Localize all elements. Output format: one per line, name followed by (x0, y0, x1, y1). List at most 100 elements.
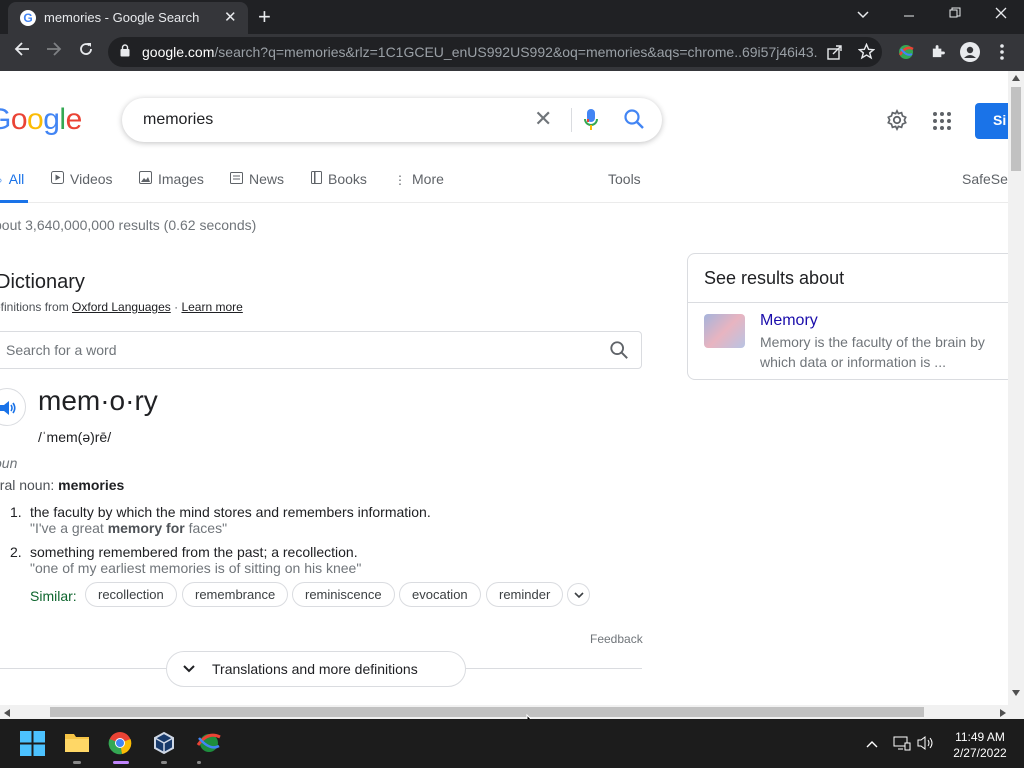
similar-chip[interactable]: reminder (486, 582, 564, 607)
app-logo-icon[interactable] (196, 731, 222, 757)
word-search-field[interactable]: Search for a word (0, 331, 642, 369)
pronunciation-speaker-button[interactable] (0, 388, 26, 426)
tab-title: memories - Google Search (44, 10, 200, 25)
similar-chip[interactable]: recollection (85, 582, 177, 607)
search-tabs: ⌕All Videos Images News Books ⋮More Tool… (0, 167, 1008, 203)
back-icon[interactable] (10, 41, 34, 62)
tab-more[interactable]: ⋮ More (394, 171, 444, 187)
scroll-right-icon[interactable] (1000, 709, 1006, 717)
scroll-up-icon[interactable] (1012, 75, 1020, 81)
search-input[interactable]: memories (143, 111, 213, 129)
close-window-icon[interactable] (991, 6, 1011, 22)
file-explorer-icon[interactable] (64, 731, 90, 757)
expand-similar-button[interactable] (567, 583, 590, 606)
google-favicon-icon: G (20, 10, 36, 26)
tab-images[interactable]: Images (139, 171, 204, 187)
tab-books[interactable]: Books (311, 171, 367, 187)
chrome-menu-icon[interactable] (999, 43, 1005, 66)
tab-all[interactable]: ⌕All (0, 171, 24, 188)
sign-in-button[interactable]: Si (975, 103, 1008, 139)
definition-number: 1. (10, 504, 22, 520)
speaker-icon (0, 401, 16, 415)
dictionary-heading: Dictionary (0, 271, 85, 293)
search-icon: ⌕ (0, 173, 3, 188)
similar-label: Similar: (30, 588, 77, 604)
part-of-speech: oun (0, 455, 18, 471)
address-bar[interactable]: google.com/search?q=memories&rlz=1C1GCEU… (108, 37, 882, 67)
lock-icon[interactable] (120, 44, 130, 57)
extensions-puzzle-icon[interactable] (930, 43, 947, 65)
horizontal-scrollbar[interactable] (0, 705, 1024, 719)
new-tab-icon[interactable]: + (258, 4, 271, 30)
dictionary-source: efinitions from Oxford Languages · Learn… (0, 300, 243, 314)
extension-logo-icon[interactable] (897, 43, 915, 66)
memory-thumbnail[interactable] (704, 314, 745, 348)
learn-more-link[interactable]: Learn more (181, 300, 242, 314)
scroll-down-icon[interactable] (1012, 690, 1020, 696)
google-apps-grid-icon[interactable] (933, 112, 951, 135)
browser-toolbar: google.com/search?q=memories&rlz=1C1GCEU… (0, 34, 1024, 71)
tab-news[interactable]: News (230, 171, 284, 187)
search-box-divider (571, 108, 572, 132)
scroll-left-icon[interactable] (4, 709, 10, 717)
google-logo[interactable]: Google (0, 103, 82, 137)
settings-gear-icon[interactable] (886, 108, 908, 136)
clock-time: 11:49 AM (955, 730, 1005, 744)
definition-text: something remembered from the past; a re… (30, 544, 358, 560)
definition-example: "one of my earliest memories is of sitti… (30, 560, 362, 576)
definition-text: the faculty by which the mind stores and… (30, 504, 431, 520)
windows-start-icon[interactable] (20, 731, 46, 757)
search-icon[interactable] (623, 108, 645, 135)
tab-close-icon[interactable]: ✕ (224, 8, 237, 26)
bookmark-star-icon[interactable] (857, 42, 876, 65)
vertical-scrollbar[interactable] (1008, 71, 1024, 705)
clock-date: 2/27/2022 (953, 746, 1007, 760)
restore-icon[interactable] (945, 6, 965, 22)
book-icon (311, 171, 322, 187)
network-icon[interactable] (893, 735, 911, 754)
search-icon[interactable] (609, 340, 629, 365)
image-icon (139, 171, 152, 187)
horizontal-scroll-thumb[interactable] (50, 707, 924, 717)
chevron-down-icon (574, 592, 584, 599)
taskbar-active-indicator (113, 761, 129, 764)
browser-tab[interactable]: G memories - Google Search ✕ (8, 2, 248, 34)
show-hidden-icons-chevron-up-icon[interactable] (866, 735, 878, 751)
tab-search-chevron-icon[interactable] (853, 6, 873, 22)
url-text: google.com/search?q=memories&rlz=1C1GCEU… (142, 44, 817, 60)
forward-icon[interactable] (42, 41, 66, 62)
tab-videos[interactable]: Videos (51, 171, 113, 187)
similar-chip[interactable]: evocation (399, 582, 481, 607)
system-clock[interactable]: 11:49 AM 2/27/2022 (945, 729, 1015, 761)
virtualbox-icon[interactable] (152, 731, 178, 757)
see-results-about-panel: See results about Memory Memory is the f… (687, 253, 1008, 380)
profile-icon[interactable] (960, 42, 980, 67)
translations-label: Translations and more definitions (212, 661, 418, 677)
safesearch-button[interactable]: SafeSe (962, 171, 1008, 187)
reload-icon[interactable] (74, 41, 98, 62)
feedback-link[interactable]: Feedback (590, 632, 643, 646)
similar-chip[interactable]: remembrance (182, 582, 289, 607)
minimize-icon[interactable] (899, 6, 919, 22)
volume-icon[interactable] (917, 735, 935, 754)
vertical-scroll-thumb[interactable] (1011, 87, 1021, 171)
definition-number: 2. (10, 544, 22, 560)
chrome-icon[interactable] (108, 731, 134, 757)
tools-button[interactable]: Tools (608, 171, 641, 187)
panel-heading: See results about (704, 268, 845, 288)
search-box[interactable]: memories ✕ (122, 98, 662, 142)
chevron-down-icon (183, 665, 195, 673)
taskbar-indicator (161, 761, 167, 764)
definition-example: "I've a great memory for faces" (30, 520, 228, 536)
oxford-languages-link[interactable]: Oxford Languages (72, 300, 171, 314)
entity-description: Memory is the faculty of the brain by wh… (760, 334, 985, 370)
share-icon[interactable] (827, 44, 843, 65)
clear-search-icon[interactable]: ✕ (534, 106, 552, 132)
microphone-icon[interactable] (584, 108, 598, 137)
browser-tab-strip: G memories - Google Search ✕ + (0, 0, 1024, 34)
translations-button[interactable]: Translations and more definitions (166, 651, 466, 687)
video-play-icon (51, 171, 64, 187)
similar-chip[interactable]: reminiscence (292, 582, 395, 607)
entity-link[interactable]: Memory (760, 312, 818, 330)
more-vertical-icon: ⋮ (394, 173, 406, 187)
